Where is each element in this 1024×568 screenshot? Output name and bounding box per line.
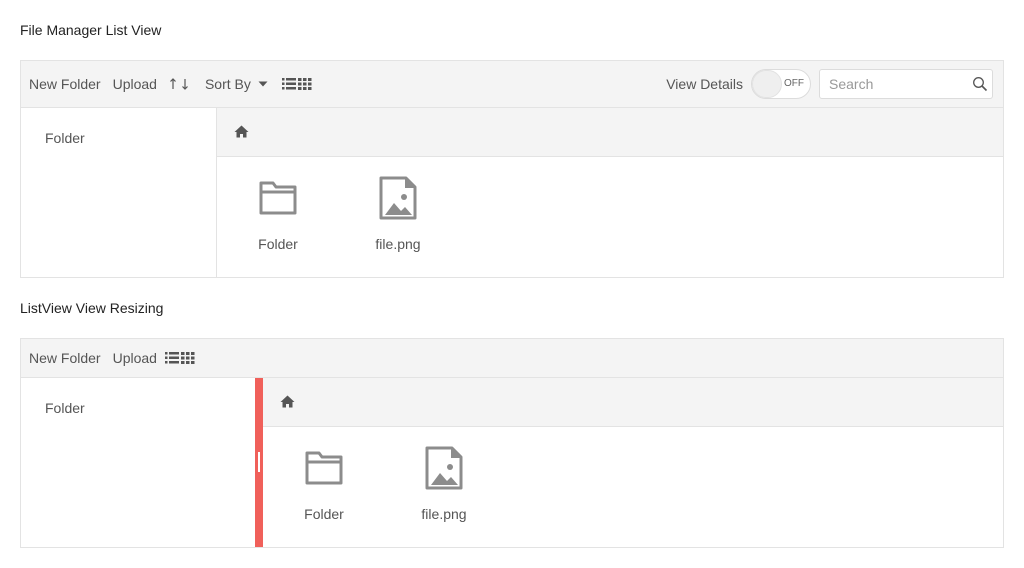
sort-order-button[interactable] [163, 61, 197, 107]
toggle-state-label: OFF [784, 78, 804, 89]
new-folder-button[interactable]: New Folder [25, 339, 105, 377]
home-icon[interactable] [234, 125, 249, 143]
file-item[interactable]: file.png [404, 446, 484, 522]
sort-descending-icon [182, 79, 188, 90]
navigation-pane: Folder [21, 378, 255, 547]
folder-icon [284, 446, 364, 490]
view-toggle-button[interactable] [276, 61, 318, 107]
section-title-resizing: ListView View Resizing [20, 300, 164, 316]
view-toggle-button[interactable] [161, 339, 201, 377]
view-toggle-icon [281, 78, 312, 90]
view-details-toggle[interactable]: OFF [751, 69, 811, 99]
nav-item-folder[interactable]: Folder [45, 400, 85, 416]
search-input[interactable] [820, 70, 960, 98]
file-name: file.png [375, 236, 421, 252]
search-icon[interactable] [972, 76, 988, 97]
file-name: Folder [304, 506, 344, 522]
upload-button[interactable]: Upload [109, 61, 161, 107]
image-file-icon [404, 446, 484, 490]
content-pane: Folder file.png [263, 378, 1003, 547]
search-box [819, 69, 993, 99]
file-manager-list-view: New Folder Upload Sort By View Details O… [20, 60, 1004, 278]
file-item[interactable]: Folder [284, 446, 364, 522]
breadcrumb [263, 378, 1003, 427]
toolbar-right: View Details OFF [666, 61, 993, 107]
sort-by-dropdown[interactable]: Sort By [201, 61, 272, 107]
breadcrumb [217, 108, 1003, 157]
view-toggle-icon [164, 352, 195, 364]
image-file-icon [358, 176, 438, 220]
section-title-list-view: File Manager List View [20, 22, 162, 38]
file-name: Folder [258, 236, 298, 252]
view-details-label: View Details [666, 76, 743, 92]
home-icon[interactable] [280, 395, 295, 413]
navigation-pane: Folder [21, 108, 217, 277]
sort-ascending-icon [170, 78, 176, 89]
resize-grip [258, 452, 260, 472]
toolbar: New Folder Upload Sort By View Details O… [21, 61, 1003, 108]
file-item[interactable]: Folder [238, 176, 318, 252]
new-folder-button[interactable]: New Folder [25, 61, 105, 107]
file-item[interactable]: file.png [358, 176, 438, 252]
content-pane: Folder file.png [217, 108, 1003, 277]
upload-button[interactable]: Upload [109, 339, 161, 377]
toolbar: New Folder Upload [21, 339, 1003, 378]
pane-resize-handle[interactable] [255, 378, 263, 547]
file-name: file.png [421, 506, 467, 522]
file-manager-resizing: New Folder Upload Folder Folder file.png [20, 338, 1004, 548]
folder-icon [238, 176, 318, 220]
dropdown-caret-icon [258, 81, 268, 87]
sort-by-label: Sort By [204, 76, 251, 92]
nav-item-folder[interactable]: Folder [45, 130, 85, 146]
toggle-knob [752, 70, 782, 98]
